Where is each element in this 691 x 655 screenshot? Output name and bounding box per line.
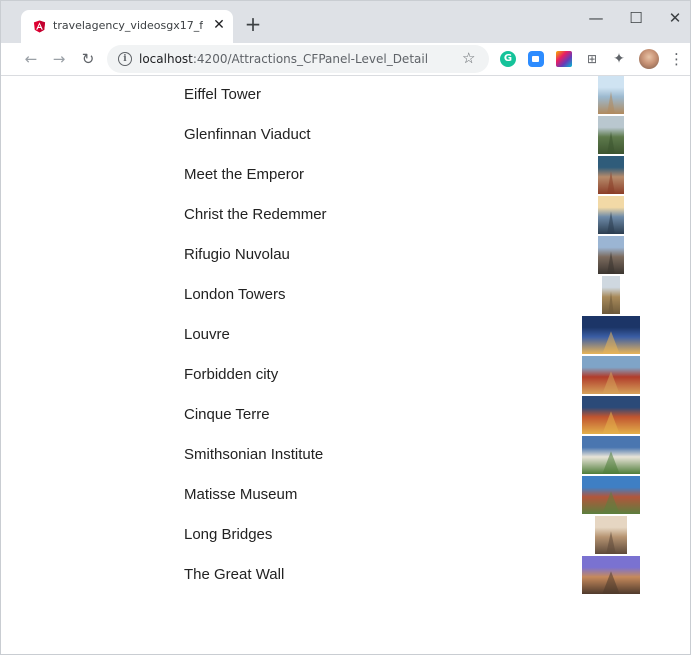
grid-icon[interactable]: ⊞ (584, 51, 600, 67)
attraction-row[interactable]: Rifugio Nuvolau (1, 236, 690, 276)
avatar[interactable] (639, 49, 659, 69)
minimize-button[interactable]: — (581, 7, 611, 29)
attraction-name[interactable]: Forbidden city (184, 366, 278, 383)
page-viewport: Eiffel Tower Glenfinnan Viaduct Meet the E… (1, 76, 690, 654)
attraction-thumbnail[interactable] (598, 236, 624, 274)
thumbnail-landmark-shape (606, 531, 616, 554)
menu-kebab-icon[interactable]: ⋮ (669, 49, 684, 69)
attraction-row[interactable]: Glenfinnan Viaduct (1, 116, 690, 156)
back-arrow-icon[interactable]: ← (21, 49, 41, 69)
new-tab-button[interactable]: + (243, 14, 263, 34)
site-info-icon[interactable]: i (118, 52, 132, 66)
bookmark-star-icon[interactable]: ☆ (462, 49, 475, 67)
attraction-name[interactable]: The Great Wall (184, 566, 284, 583)
thumbnail-landmark-shape (602, 371, 620, 394)
maximize-button[interactable]: ☐ (621, 7, 651, 29)
tab-strip: travelagency_videosgx17_fronten ✕ + — ☐ … (1, 1, 690, 43)
attraction-name[interactable]: London Towers (184, 286, 285, 303)
attraction-thumbnail[interactable] (598, 116, 624, 154)
attraction-row[interactable]: Matisse Museum (1, 476, 690, 516)
url-host: localhost (139, 52, 193, 66)
attraction-thumbnail[interactable] (598, 76, 624, 114)
thumbnail-landmark-shape (602, 571, 620, 594)
browser-tab[interactable]: travelagency_videosgx17_fronten ✕ (21, 10, 233, 43)
attraction-row[interactable]: The Great Wall (1, 556, 690, 596)
url-text[interactable]: localhost:4200/Attractions_CFPanel-Level… (139, 52, 428, 66)
attraction-name[interactable]: Long Bridges (184, 526, 272, 543)
reload-icon[interactable]: ↻ (78, 49, 98, 69)
thumbnail-landmark-shape (602, 451, 620, 474)
thumbnail-landmark-shape (607, 131, 615, 154)
url-path: :4200/Attractions_CFPanel-Level_Detail (192, 52, 429, 66)
attraction-row[interactable]: London Towers (1, 276, 690, 316)
color-palette-icon[interactable] (556, 51, 572, 67)
attraction-name[interactable]: Matisse Museum (184, 486, 297, 503)
attraction-name[interactable]: Eiffel Tower (184, 86, 261, 103)
attraction-thumbnail[interactable] (598, 156, 624, 194)
attraction-row[interactable]: Long Bridges (1, 516, 690, 556)
tab-close-icon[interactable]: ✕ (211, 17, 227, 33)
attraction-name[interactable]: Smithsonian Institute (184, 446, 323, 463)
attraction-thumbnail[interactable] (582, 556, 640, 594)
thumbnail-landmark-shape (607, 211, 615, 234)
thumbnail-landmark-shape (608, 291, 614, 314)
attraction-thumbnail[interactable] (582, 396, 640, 434)
angular-icon (33, 20, 46, 33)
attraction-row[interactable]: Forbidden city (1, 356, 690, 396)
grammarly-icon[interactable]: G (500, 51, 516, 67)
attraction-row[interactable]: Meet the Emperor (1, 156, 690, 196)
attraction-name[interactable]: Glenfinnan Viaduct (184, 126, 310, 143)
thumbnail-landmark-shape (602, 411, 620, 434)
attraction-thumbnail[interactable] (582, 356, 640, 394)
tab-title: travelagency_videosgx17_fronten (53, 19, 203, 32)
thumbnail-landmark-shape (607, 91, 615, 114)
thumbnail-landmark-shape (607, 251, 615, 274)
attraction-row[interactable]: Louvre (1, 316, 690, 356)
browser-toolbar: ← → ↻ i localhost:4200/Attractions_CFPan… (1, 43, 690, 76)
attraction-name[interactable]: Cinque Terre (184, 406, 270, 423)
close-window-button[interactable]: ✕ (660, 7, 690, 29)
attraction-thumbnail[interactable] (595, 516, 627, 554)
address-bar[interactable]: i localhost:4200/Attractions_CFPanel-Lev… (107, 45, 489, 73)
forward-arrow-icon[interactable]: → (49, 49, 69, 69)
thumbnail-landmark-shape (602, 491, 620, 514)
browser-window: travelagency_videosgx17_fronten ✕ + — ☐ … (0, 0, 691, 655)
attraction-name[interactable]: Meet the Emperor (184, 166, 304, 183)
attraction-row[interactable]: Cinque Terre (1, 396, 690, 436)
attraction-thumbnail[interactable] (582, 316, 640, 354)
attraction-thumbnail[interactable] (582, 436, 640, 474)
attraction-name[interactable]: Louvre (184, 326, 230, 343)
thumbnail-landmark-shape (602, 331, 620, 354)
attraction-name[interactable]: Rifugio Nuvolau (184, 246, 290, 263)
attraction-row[interactable]: Smithsonian Institute (1, 436, 690, 476)
attraction-row[interactable]: Christ the Redemmer (1, 196, 690, 236)
attraction-thumbnail[interactable] (598, 196, 624, 234)
attraction-thumbnail[interactable] (602, 276, 620, 314)
attraction-row[interactable]: Eiffel Tower (1, 76, 690, 116)
attraction-thumbnail[interactable] (582, 476, 640, 514)
puzzle-icon[interactable]: ✦ (611, 51, 627, 67)
attraction-name[interactable]: Christ the Redemmer (184, 206, 327, 223)
thumbnail-landmark-shape (607, 171, 615, 194)
zoom-icon[interactable] (528, 51, 544, 67)
